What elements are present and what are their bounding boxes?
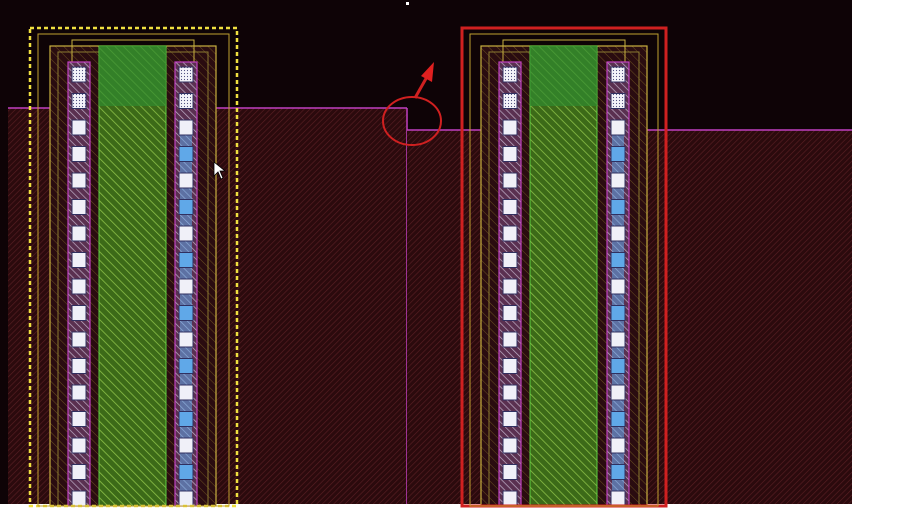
contact-square xyxy=(610,119,626,136)
contact-square xyxy=(610,66,626,83)
contact-square xyxy=(178,305,194,321)
contact-square xyxy=(610,199,626,215)
diffusion-left xyxy=(98,45,167,507)
contacts-left-b xyxy=(178,66,194,507)
cell-right[interactable] xyxy=(460,26,668,508)
contact-square xyxy=(502,172,518,189)
contact-square xyxy=(502,490,518,507)
contact-square xyxy=(610,437,626,454)
contact-square xyxy=(610,93,626,109)
contacts-right-b xyxy=(610,66,626,507)
contact-square xyxy=(610,384,626,401)
contact-square xyxy=(178,437,194,454)
contact-square xyxy=(71,278,87,295)
contact-square xyxy=(610,358,626,374)
contact-square xyxy=(502,437,518,454)
contact-square xyxy=(71,384,87,401)
contact-square xyxy=(610,172,626,189)
contact-square xyxy=(502,305,518,321)
contact-square xyxy=(178,119,194,136)
contact-square xyxy=(610,464,626,480)
contact-square xyxy=(71,490,87,507)
contact-square xyxy=(178,411,194,427)
contact-square xyxy=(610,411,626,427)
contact-square xyxy=(502,278,518,295)
contact-square xyxy=(71,93,87,109)
contact-square xyxy=(502,93,518,109)
contact-square xyxy=(178,93,194,109)
contact-square xyxy=(178,225,194,242)
contact-square xyxy=(178,490,194,507)
contact-square xyxy=(502,384,518,401)
contact-square xyxy=(610,490,626,507)
contact-square xyxy=(502,331,518,348)
contact-square xyxy=(502,66,518,83)
contact-square xyxy=(71,172,87,189)
contact-square xyxy=(178,146,194,162)
diffusion-top-left xyxy=(99,46,166,106)
contact-square xyxy=(502,464,518,480)
contact-square xyxy=(71,331,87,348)
contact-square xyxy=(178,199,194,215)
contact-square xyxy=(502,252,518,268)
contact-square xyxy=(502,411,518,427)
contact-square xyxy=(502,146,518,162)
contact-square xyxy=(502,199,518,215)
diffusion-top-right xyxy=(530,46,597,106)
contact-square xyxy=(178,384,194,401)
cell-left[interactable] xyxy=(28,26,239,508)
contact-square xyxy=(178,172,194,189)
contacts-left-a xyxy=(71,66,87,507)
canvas-top-mark xyxy=(406,2,409,5)
contact-square xyxy=(71,358,87,374)
contact-square xyxy=(71,66,87,83)
contact-square xyxy=(71,411,87,427)
contact-square xyxy=(178,358,194,374)
contact-square xyxy=(502,119,518,136)
contact-square xyxy=(610,331,626,348)
contacts-right-a xyxy=(502,66,518,507)
contact-square xyxy=(178,278,194,295)
contact-square xyxy=(71,225,87,242)
contact-square xyxy=(610,278,626,295)
contact-square xyxy=(610,252,626,268)
contact-square xyxy=(71,252,87,268)
contact-square xyxy=(502,225,518,242)
contact-square xyxy=(178,464,194,480)
layout-editor-viewport[interactable] xyxy=(0,0,918,510)
layout-canvas[interactable] xyxy=(0,0,918,510)
contact-square xyxy=(71,464,87,480)
contact-square xyxy=(610,146,626,162)
contact-square xyxy=(178,66,194,83)
contact-square xyxy=(610,225,626,242)
contact-square xyxy=(610,305,626,321)
contact-square xyxy=(71,437,87,454)
contact-square xyxy=(178,252,194,268)
contact-square xyxy=(71,119,87,136)
contact-square xyxy=(71,305,87,321)
contact-square xyxy=(502,358,518,374)
contact-square xyxy=(71,199,87,215)
diffusion-right xyxy=(529,45,598,507)
contact-square xyxy=(71,146,87,162)
contact-square xyxy=(178,331,194,348)
